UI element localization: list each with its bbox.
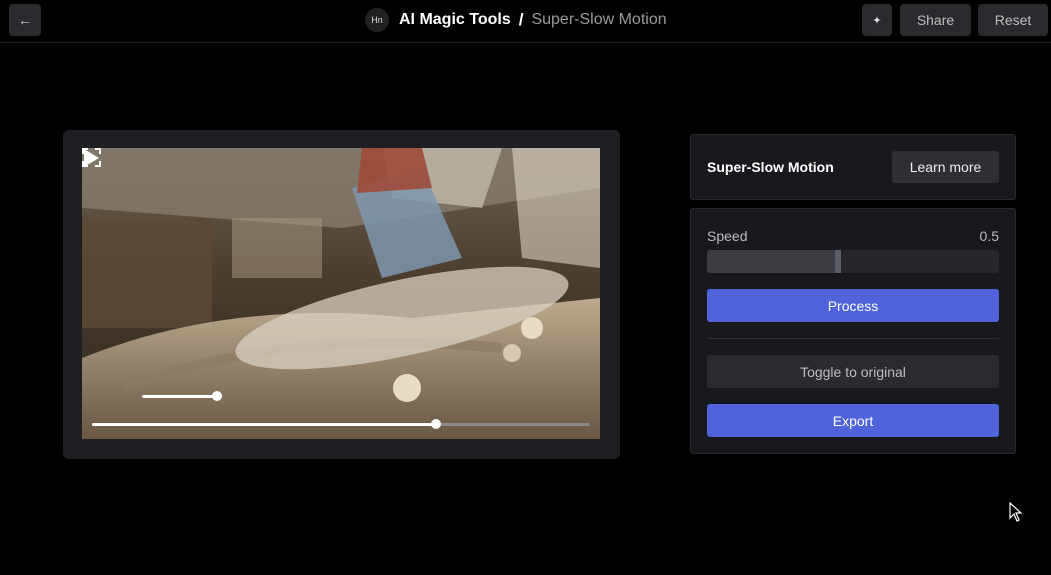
- top-bar: ← Hn AI Magic Tools / Super-Slow Motion …: [0, 0, 1051, 43]
- toggle-original-button[interactable]: Toggle to original: [707, 355, 999, 388]
- tool-title: Super-Slow Motion: [707, 159, 834, 175]
- page-title: Super-Slow Motion: [531, 11, 667, 28]
- fullscreen-icon[interactable]: [82, 148, 101, 167]
- speed-slider-thumb[interactable]: [835, 250, 842, 273]
- speed-slider-fill: [707, 250, 839, 273]
- divider: [707, 338, 999, 339]
- volume-slider[interactable]: [142, 395, 217, 398]
- seek-bar[interactable]: [92, 423, 590, 426]
- breadcrumb: Hn AI Magic Tools / Super-Slow Motion: [365, 8, 667, 32]
- arrow-left-icon: ←: [18, 12, 32, 28]
- speed-slider[interactable]: [707, 250, 999, 273]
- mouse-cursor-icon: [1009, 502, 1023, 522]
- avatar[interactable]: Hn: [365, 8, 389, 32]
- back-button[interactable]: ←: [9, 4, 41, 36]
- reset-button[interactable]: Reset: [978, 4, 1048, 36]
- speed-label: Speed: [707, 228, 748, 244]
- magic-button[interactable]: ✦: [862, 4, 892, 36]
- seek-progress: [92, 423, 436, 426]
- app-name-link[interactable]: AI Magic Tools: [399, 11, 511, 29]
- speed-value: 0.5: [979, 228, 999, 244]
- video-frame[interactable]: [82, 148, 600, 439]
- process-button[interactable]: Process: [707, 289, 999, 322]
- share-button[interactable]: Share: [900, 4, 971, 36]
- sparkle-icon: ✦: [872, 14, 882, 27]
- video-player: [63, 130, 620, 459]
- volume-handle[interactable]: [212, 391, 222, 401]
- export-button[interactable]: Export: [707, 404, 999, 437]
- seek-handle[interactable]: [430, 419, 441, 429]
- settings-panel: Speed 0.5 Process Toggle to original Exp…: [690, 208, 1016, 454]
- tool-header-panel: Super-Slow Motion Learn more: [690, 134, 1016, 200]
- breadcrumb-separator: /: [518, 10, 524, 29]
- learn-more-button[interactable]: Learn more: [892, 151, 999, 183]
